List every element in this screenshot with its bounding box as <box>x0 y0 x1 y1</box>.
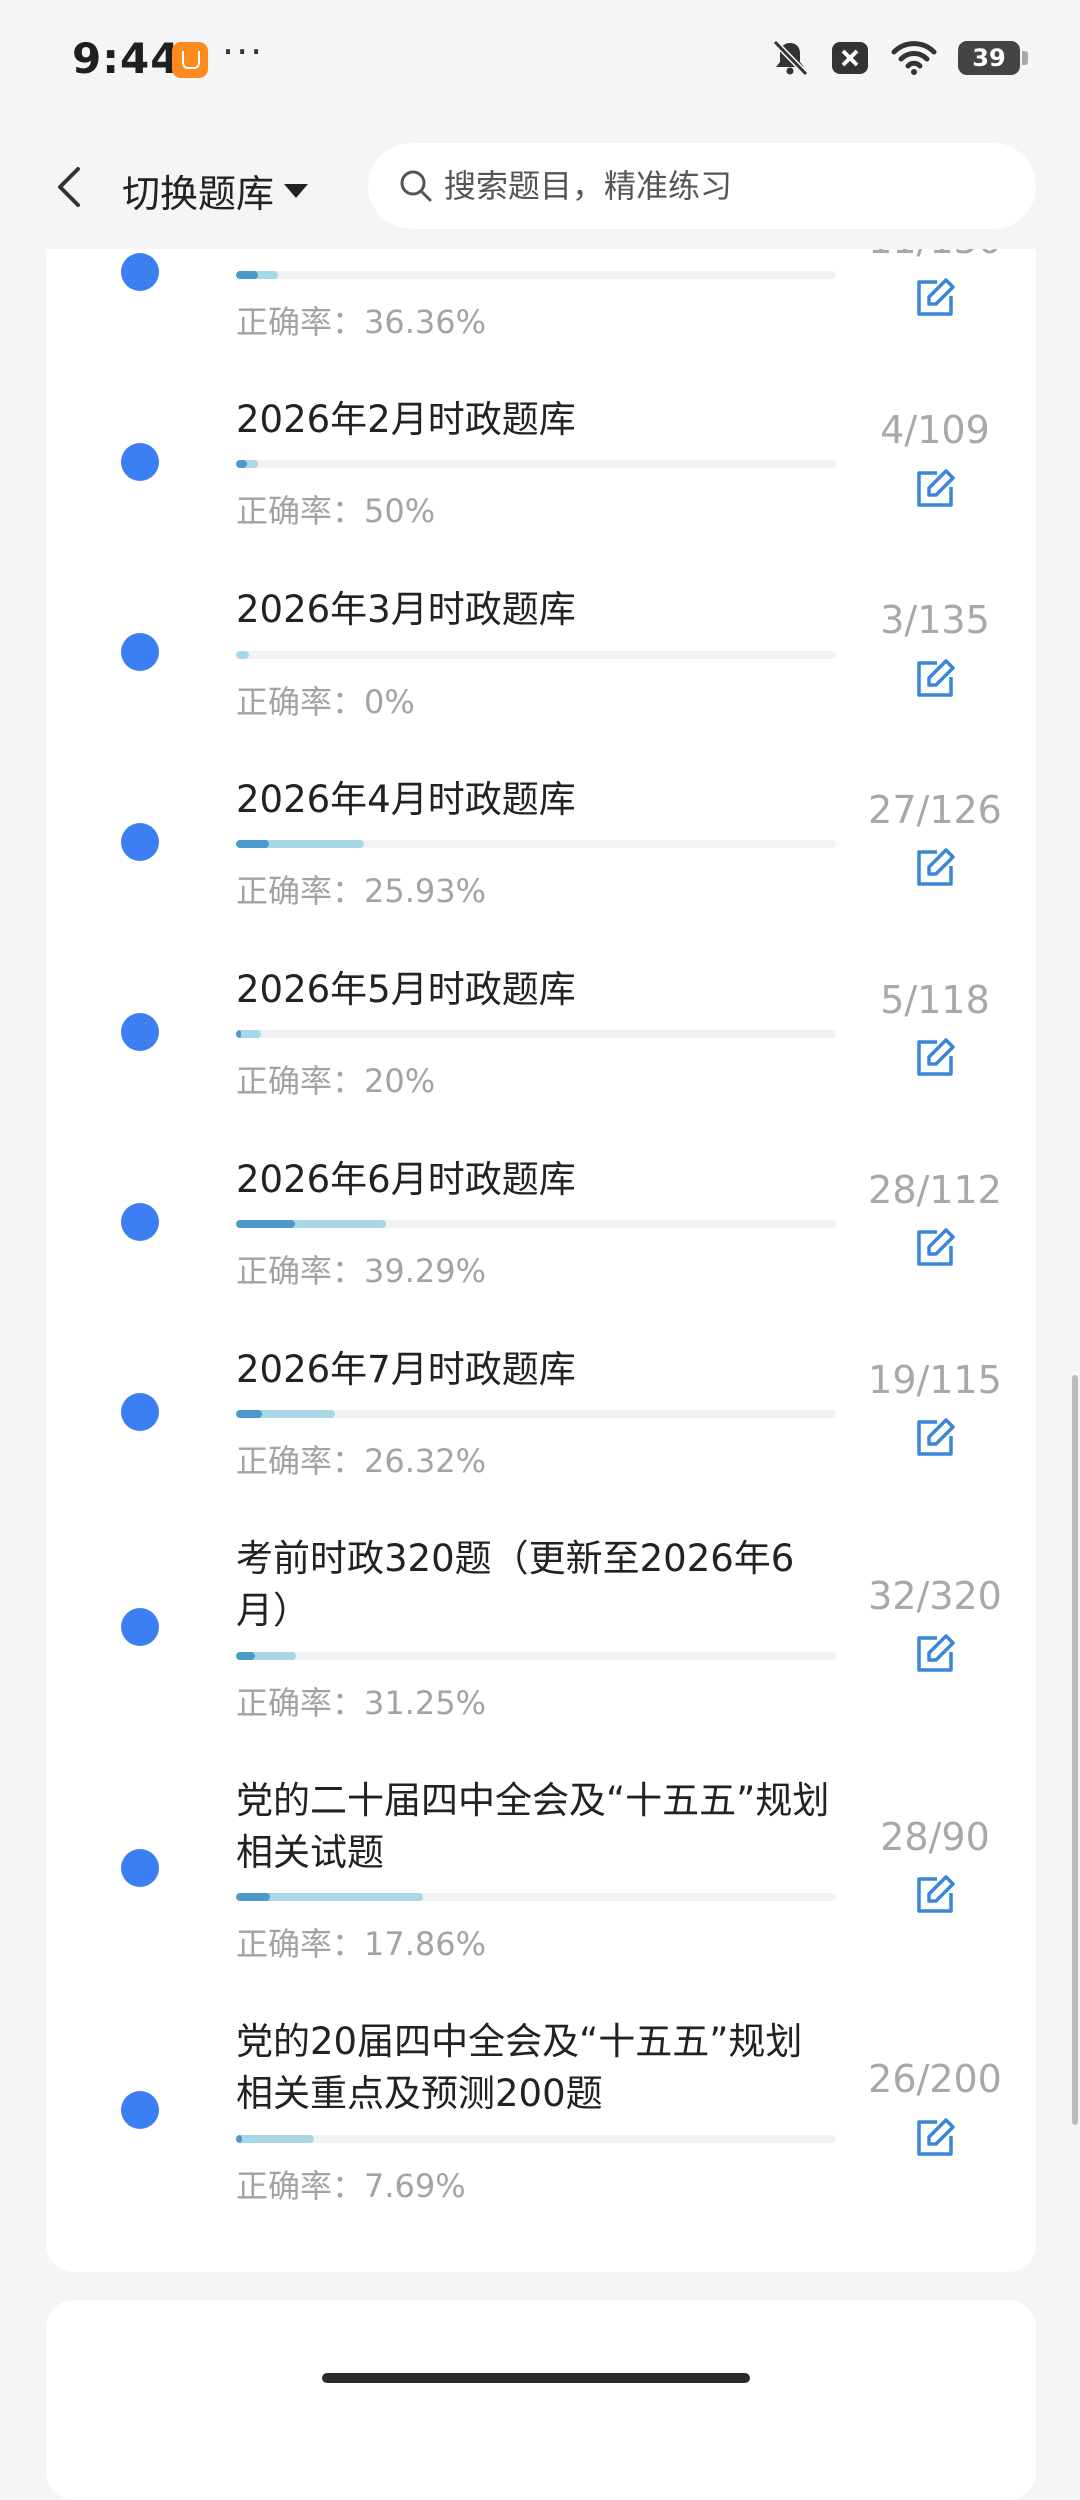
mute-bell-icon <box>772 39 809 77</box>
home-indicator[interactable] <box>322 2373 750 2383</box>
progress-bar <box>236 1652 836 1660</box>
search-box[interactable] <box>368 143 1036 229</box>
accuracy-text: 正确率：17.86% <box>236 1925 487 1963</box>
status-time: 9:44 <box>72 34 181 83</box>
search-input[interactable] <box>442 166 1006 206</box>
status-dot <box>121 633 159 671</box>
accuracy-text: 正确率：20% <box>236 1062 436 1100</box>
more-notifications-icon: ··· <box>222 30 265 74</box>
accuracy-text: 正确率：0% <box>236 683 415 721</box>
progress-fill <box>236 2135 314 2143</box>
correct-fill <box>236 1652 255 1660</box>
progress-bar <box>236 1893 836 1901</box>
progress-bar <box>236 840 836 848</box>
status-dot <box>121 1013 159 1051</box>
progress-count: 28/112 <box>868 1168 1002 1212</box>
correct-fill <box>236 271 258 279</box>
edit-icon[interactable] <box>913 2116 957 2160</box>
switch-bank-button[interactable]: 切换题库 <box>122 163 309 218</box>
status-dot <box>121 1849 159 1887</box>
status-dot <box>121 823 159 861</box>
correct-fill <box>236 1030 241 1038</box>
status-dot <box>121 2091 159 2129</box>
accuracy-text: 正确率：36.36% <box>236 303 487 341</box>
scrollbar[interactable] <box>1072 1375 1078 2125</box>
accuracy-text: 正确率：50% <box>236 492 436 530</box>
bank-title: 2026年2月时政题库 <box>236 398 576 441</box>
correct-fill <box>236 2135 242 2143</box>
progress-bar <box>236 2135 836 2143</box>
edit-icon[interactable] <box>913 467 957 511</box>
bank-title: 党的二十届四中全会及“十五五”规划相关试题 <box>236 1779 830 1874</box>
accuracy-text: 正确率：26.32% <box>236 1442 487 1480</box>
header: 切换题库 <box>0 125 1080 249</box>
bank-title: 党的20届四中全会及“十五五”规划相关重点及预测200题 <box>236 2020 803 2115</box>
accuracy-text: 正确率：25.93% <box>236 872 487 910</box>
search-icon <box>400 170 432 202</box>
correct-fill <box>236 1220 295 1228</box>
back-arrow-icon[interactable] <box>40 155 104 219</box>
progress-count: 26/200 <box>868 2057 1002 2101</box>
accuracy-text: 正确率：7.69% <box>236 2167 466 2205</box>
status-dot <box>121 1203 159 1241</box>
progress-count: 32/320 <box>868 1574 1002 1618</box>
progress-count: 19/115 <box>868 1358 1002 1402</box>
progress-bar <box>236 271 836 279</box>
status-dot <box>121 1393 159 1431</box>
edit-icon[interactable] <box>913 1873 957 1917</box>
correct-fill <box>236 460 247 468</box>
bank-title: 2026年5月时政题库 <box>236 968 576 1011</box>
progress-fill <box>236 651 250 659</box>
progress-count: 28/90 <box>880 1815 990 1859</box>
edit-icon[interactable] <box>913 1036 957 1080</box>
edit-icon[interactable] <box>913 657 957 701</box>
status-bar: 9:44 ··· 39 <box>0 0 1080 125</box>
progress-count: 3/135 <box>880 598 990 642</box>
shopping-app-icon <box>172 42 208 78</box>
status-dot <box>121 253 159 291</box>
status-dot <box>121 1608 159 1646</box>
progress-count: 27/126 <box>868 788 1002 832</box>
edit-icon[interactable] <box>913 1632 957 1676</box>
progress-bar <box>236 1220 836 1228</box>
switch-bank-label: 切换题库 <box>122 172 275 216</box>
close-app-icon <box>832 42 868 74</box>
accuracy-text: 正确率：39.29% <box>236 1252 487 1290</box>
progress-count: 4/109 <box>880 408 990 452</box>
wifi-icon <box>891 41 937 75</box>
next-card <box>46 2300 1036 2500</box>
progress-count: 5/118 <box>880 978 990 1022</box>
bank-title: 2026年4月时政题库 <box>236 778 576 821</box>
progress-bar <box>236 651 836 659</box>
edit-icon[interactable] <box>913 1226 957 1270</box>
edit-icon[interactable] <box>913 846 957 890</box>
progress-bar <box>236 460 836 468</box>
correct-fill <box>236 840 269 848</box>
correct-fill <box>236 1410 262 1418</box>
bank-title: 2026年6月时政题库 <box>236 1158 576 1201</box>
bank-title: 考前时政320题（更新至2026年6月） <box>236 1537 795 1632</box>
edit-icon[interactable] <box>913 1416 957 1460</box>
battery-level: 39 <box>972 44 1006 72</box>
progress-bar <box>236 1410 836 1418</box>
caret-down-icon <box>284 183 309 198</box>
battery-icon: 39 <box>958 41 1028 75</box>
bank-title: 2026年7月时政题库 <box>236 1348 576 1391</box>
correct-fill <box>236 1893 270 1901</box>
edit-icon[interactable] <box>913 276 957 320</box>
bank-title: 2026年3月时政题库 <box>236 588 576 631</box>
status-dot <box>121 443 159 481</box>
accuracy-text: 正确率：31.25% <box>236 1684 487 1722</box>
status-icons: 39 <box>770 38 1028 78</box>
progress-bar <box>236 1030 836 1038</box>
